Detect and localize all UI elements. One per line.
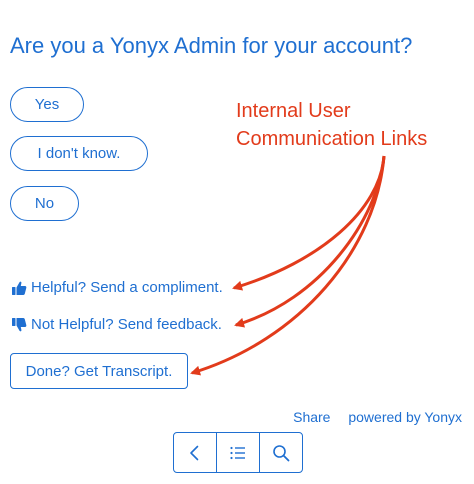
question-title: Are you a Yonyx Admin for your account? bbox=[10, 33, 413, 58]
arrow-to-not-helpful-link bbox=[234, 155, 386, 328]
helpful-link-label: Helpful? Send a compliment. bbox=[31, 279, 223, 296]
powered-by-link[interactable]: powered by Yonyx bbox=[348, 409, 462, 425]
dont-know-button[interactable]: I don't know. bbox=[10, 136, 148, 171]
helpful-compliment-link[interactable]: Helpful? Send a compliment. bbox=[11, 279, 223, 296]
search-button[interactable] bbox=[259, 433, 302, 472]
yes-button[interactable]: Yes bbox=[10, 87, 84, 122]
no-button-label: No bbox=[34, 195, 55, 212]
not-helpful-feedback-link[interactable]: Not Helpful? Send feedback. bbox=[11, 316, 222, 333]
thumbs-down-icon bbox=[11, 317, 27, 333]
no-button[interactable]: No bbox=[10, 186, 79, 221]
get-transcript-button[interactable]: Done? Get Transcript. bbox=[10, 353, 188, 389]
navigation-bar bbox=[173, 432, 303, 473]
not-helpful-link-label: Not Helpful? Send feedback. bbox=[31, 316, 222, 333]
thumbs-up-icon bbox=[11, 280, 27, 296]
page: Are you a Yonyx Admin for your account? … bbox=[0, 0, 474, 484]
arrow-to-helpful-link bbox=[232, 155, 386, 291]
search-icon bbox=[273, 444, 290, 461]
annotation-line-1: Internal User bbox=[236, 100, 351, 122]
share-link[interactable]: Share bbox=[293, 409, 330, 425]
back-button[interactable] bbox=[174, 433, 216, 472]
chevron-left-icon bbox=[190, 445, 199, 460]
list-icon bbox=[230, 446, 245, 459]
yes-button-label: Yes bbox=[34, 96, 60, 113]
dont-know-button-label: I don't know. bbox=[37, 145, 121, 162]
footer: Share powered by Yonyx bbox=[293, 409, 462, 425]
annotation-text: Internal User Communication Links bbox=[236, 97, 427, 153]
annotation-line-2: Communication Links bbox=[236, 128, 428, 150]
arrow-to-transcript-button bbox=[190, 155, 386, 376]
list-button[interactable] bbox=[216, 433, 259, 472]
get-transcript-label: Done? Get Transcript. bbox=[25, 362, 173, 380]
